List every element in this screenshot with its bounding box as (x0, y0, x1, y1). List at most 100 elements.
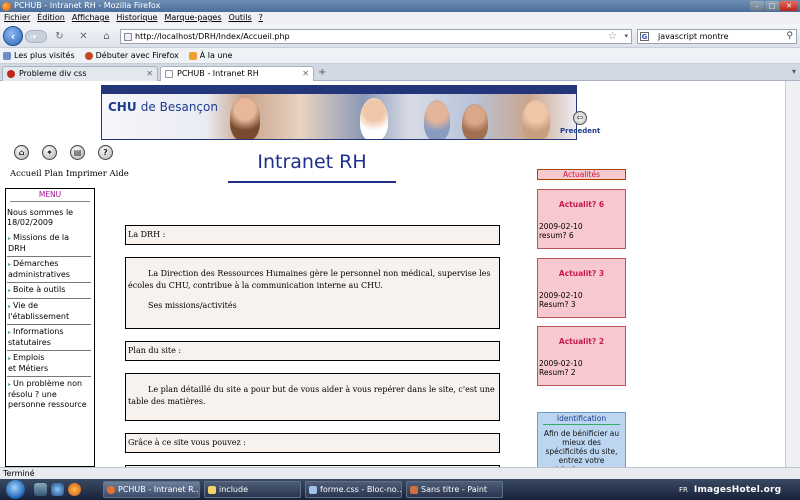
search-icon[interactable]: ⚲ (786, 30, 793, 43)
menu-item-informations[interactable]: ▸ Informations statutaires (7, 325, 91, 351)
banner-photo-person (522, 100, 550, 139)
section-plan-heading: Plan du site : (125, 341, 500, 361)
bookmark-icon (3, 51, 11, 60)
menu-edition[interactable]: Édition (37, 12, 65, 24)
maximize-button[interactable]: □ (765, 1, 779, 11)
navigation-toolbar: ‹ ›▾ ↻ ✕ ⌂ http://localhost/DRH/Index/Ac… (0, 24, 800, 48)
start-button[interactable] (6, 480, 25, 499)
section-features-heading: Grâce à ce site vous pouvez : (125, 433, 500, 453)
forward-button[interactable]: ›▾ (25, 30, 47, 43)
taskbar-item-notepad[interactable]: forme.css - Bloc-no... (305, 481, 402, 498)
news-header: Actualités (537, 169, 626, 180)
banner-photo-person (230, 96, 260, 139)
taskbar-item-firefox[interactable]: PCHUB - Intranet R... (103, 481, 200, 498)
news-card[interactable]: Actualit? 2 2009-02-10 Resum? 2 (537, 326, 626, 386)
language-indicator[interactable]: FR (679, 486, 688, 494)
identification-header: Identification (556, 414, 607, 423)
menu-bar: Fichier Édition Affichage Historique Mar… (0, 12, 800, 24)
firefox-icon[interactable] (68, 483, 81, 496)
menu-historique[interactable]: Historique (116, 12, 157, 24)
chu-banner: CHU de Besançon (101, 85, 577, 140)
news-summary: Resum? 3 (539, 300, 576, 309)
menu-item-probleme[interactable]: ▸ Un problème non résolu ? une personne res… (7, 377, 91, 412)
news-date: 2009-02-10 (539, 291, 583, 300)
print-icon[interactable]: ▤ (70, 145, 85, 160)
precedent-button[interactable]: ⇦ Precedent (560, 111, 600, 135)
back-arrow-icon: ⇦ (573, 111, 587, 125)
tab-pchub-intranet[interactable]: PCHUB - Intranet RH ✕ (160, 66, 314, 82)
menu-item-missions[interactable]: ▸ Missions de la DRH (7, 231, 91, 257)
title-bar: PCHUB - Intranet RH - Mozilla Firefox – … (0, 0, 800, 12)
close-button[interactable]: ✕ (780, 1, 798, 11)
arrow-icon: ▸ (8, 287, 12, 294)
menu-item-vie-etablissement[interactable]: ▸ Vie de l'établissement (7, 299, 91, 325)
news-title: Actualit? 3 (558, 269, 605, 278)
bookmark-star-icon[interactable]: ☆ (608, 30, 617, 43)
taskbar: PCHUB - Intranet R... include forme.css … (0, 479, 800, 500)
home-icon[interactable]: ⌂ (14, 145, 29, 160)
current-date: Nous sommes le 18/02/2009 (7, 208, 74, 227)
site-icon (7, 70, 15, 78)
window-title: PCHUB - Intranet RH - Mozilla Firefox (14, 1, 161, 10)
arrow-icon: ▸ (8, 329, 12, 336)
left-menu: MENU Nous sommes le 18/02/2009 ▸ Missions … (5, 188, 95, 467)
taskbar-item-include[interactable]: include (204, 481, 301, 498)
url-bar[interactable]: http://localhost/DRH/Index/Accueil.php ☆… (120, 29, 632, 44)
taskbar-item-paint[interactable]: Sans titre - Paint (406, 481, 503, 498)
menu-item-demarches[interactable]: ▸ Démarches administratives (7, 257, 91, 283)
menu-marque-pages[interactable]: Marque-pages (164, 12, 221, 24)
tab-close-icon[interactable]: ✕ (302, 67, 309, 81)
banner-photo-doctor (360, 98, 388, 139)
status-text: Terminé (3, 469, 35, 478)
firefox-icon (107, 486, 115, 494)
menu-fichier[interactable]: Fichier (4, 12, 30, 24)
bookmark-getting-started[interactable]: Débuter avec Firefox (84, 48, 179, 63)
news-card[interactable]: Actualit? 6 2009-02-10 resum? 6 (537, 189, 626, 249)
news-date: 2009-02-10 (539, 359, 583, 368)
window-controls: – □ ✕ (750, 1, 798, 11)
home-icon[interactable]: ⌂ (100, 30, 113, 43)
menu-help[interactable]: ? (259, 12, 263, 24)
bookmark-most-visited[interactable]: Les plus visités (3, 48, 75, 63)
news-date: 2009-02-10 (539, 222, 583, 231)
menu-outils[interactable]: Outils (229, 12, 252, 24)
help-icon[interactable]: ? (98, 145, 113, 160)
reload-icon[interactable]: ↻ (53, 30, 66, 43)
menu-item-boite-outils[interactable]: ▸ Boite à outils (7, 283, 91, 299)
url-text: http://localhost/DRH/Index/Accueil.php (135, 32, 290, 41)
folder-icon (208, 486, 216, 494)
arrow-icon: ▸ (8, 235, 12, 242)
ie-icon[interactable] (51, 483, 64, 496)
plan-icon[interactable]: ✦ (42, 145, 57, 160)
show-desktop-icon[interactable] (34, 483, 47, 496)
page-title: Intranet RH (257, 151, 367, 173)
page-icon (124, 33, 132, 41)
minimize-button[interactable]: – (750, 1, 764, 11)
tab-probleme-div-css[interactable]: Probleme div css ✕ (2, 66, 158, 81)
menu-item-emplois[interactable]: ▸ Emplois et Métiers (7, 351, 91, 377)
google-icon[interactable]: G (640, 32, 649, 41)
vertical-scrollbar[interactable] (785, 81, 800, 467)
rss-icon (188, 51, 197, 60)
arrow-icon: ▸ (8, 381, 12, 388)
news-summary: resum? 6 (539, 231, 574, 240)
back-button[interactable]: ‹ (3, 26, 23, 46)
page-icon (165, 70, 173, 78)
tab-list-icon[interactable]: ▾ (792, 67, 796, 76)
stop-icon[interactable]: ✕ (77, 30, 90, 43)
missions-link[interactable]: Ses missions/activités (128, 300, 497, 312)
section-drh-body: La Direction des Ressources Humaines gèr… (125, 257, 500, 329)
browser-window: PCHUB - Intranet RH - Mozilla Firefox – … (0, 0, 800, 500)
menu-header: MENU (38, 190, 62, 199)
new-tab-button[interactable]: + (318, 67, 326, 78)
quick-links-label: Accueil Plan Imprimer Aide (10, 169, 129, 179)
menu-affichage[interactable]: Affichage (72, 12, 110, 24)
tab-close-icon[interactable]: ✕ (146, 67, 153, 81)
search-bar[interactable]: G javascript montre ⚲ (637, 29, 797, 44)
search-text: javascript montre (658, 32, 729, 41)
arrow-icon: ▸ (8, 303, 12, 310)
news-summary: Resum? 2 (539, 368, 576, 377)
url-dropdown-icon[interactable]: ▾ (624, 30, 628, 43)
bookmark-headlines[interactable]: À la une (188, 48, 232, 63)
news-card[interactable]: Actualit? 3 2009-02-10 Resum? 3 (537, 258, 626, 318)
